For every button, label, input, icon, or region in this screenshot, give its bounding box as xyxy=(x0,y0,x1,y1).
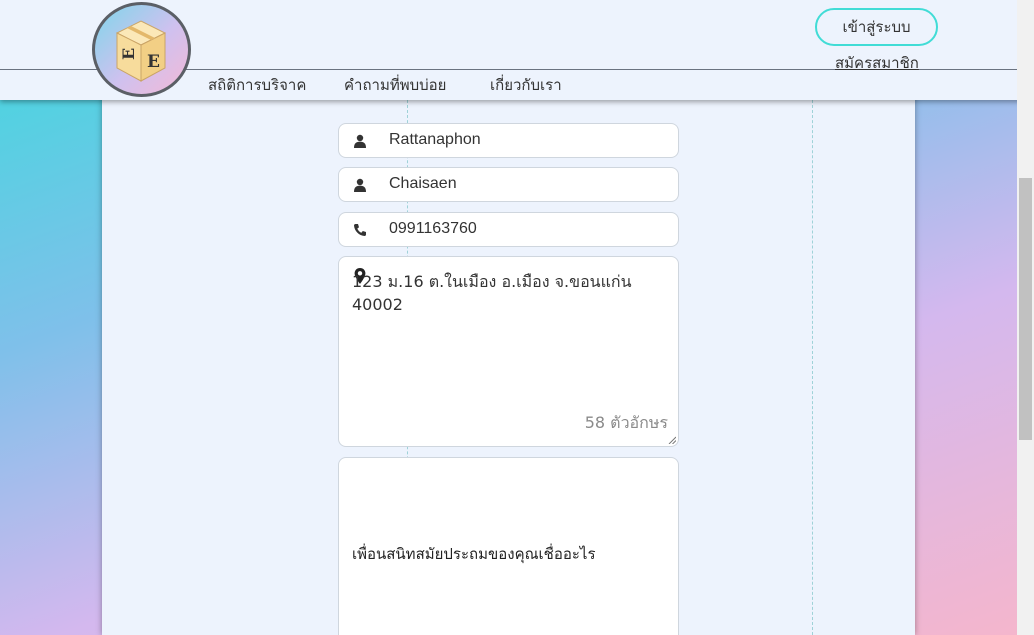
address-value: 123 ม.16 ต.ในเมือง อ.เมือง จ.ขอนแก่น 400… xyxy=(352,272,632,314)
char-counter: 58 ตัวอักษร xyxy=(584,413,668,432)
first-name-field[interactable]: Rattanaphon xyxy=(338,123,679,158)
nav-link-donation-stats[interactable]: สถิติการบริจาค xyxy=(208,73,306,97)
address-textarea[interactable]: 123 ม.16 ต.ในเมือง อ.เมือง จ.ขอนแก่น 400… xyxy=(338,256,679,447)
last-name-value: Chaisaen xyxy=(389,175,457,192)
resize-handle-icon[interactable] xyxy=(668,436,676,444)
phone-value: 0991163760 xyxy=(389,220,477,237)
login-button[interactable]: เข้าสู่ระบบ xyxy=(815,8,938,46)
security-question-box[interactable]: เพื่อนสนิทสมัยประถมของคุณเชื่ออะไร xyxy=(338,457,679,635)
phone-field[interactable]: 0991163760 xyxy=(338,212,679,247)
site-logo[interactable]: E E xyxy=(92,2,191,97)
svg-text:E: E xyxy=(147,52,160,72)
last-name-field[interactable]: Chaisaen xyxy=(338,167,679,202)
vertical-scrollbar[interactable] xyxy=(1017,0,1034,635)
security-question-text: เพื่อนสนิทสมัยประถมของคุณเชื่ออะไร xyxy=(352,545,596,563)
user-icon xyxy=(354,178,366,192)
scrollbar-thumb[interactable] xyxy=(1019,178,1032,440)
register-link[interactable]: สมัครสมาชิก xyxy=(835,51,919,75)
user-icon xyxy=(354,134,366,148)
svg-text:E: E xyxy=(119,48,138,60)
first-name-value: Rattanaphon xyxy=(389,131,481,148)
nav-link-about[interactable]: เกี่ยวกับเรา xyxy=(490,73,562,97)
phone-icon xyxy=(354,224,366,236)
box-logo-icon: E E xyxy=(115,20,167,82)
nav-link-faq[interactable]: คำถามที่พบบ่อย xyxy=(344,73,446,97)
